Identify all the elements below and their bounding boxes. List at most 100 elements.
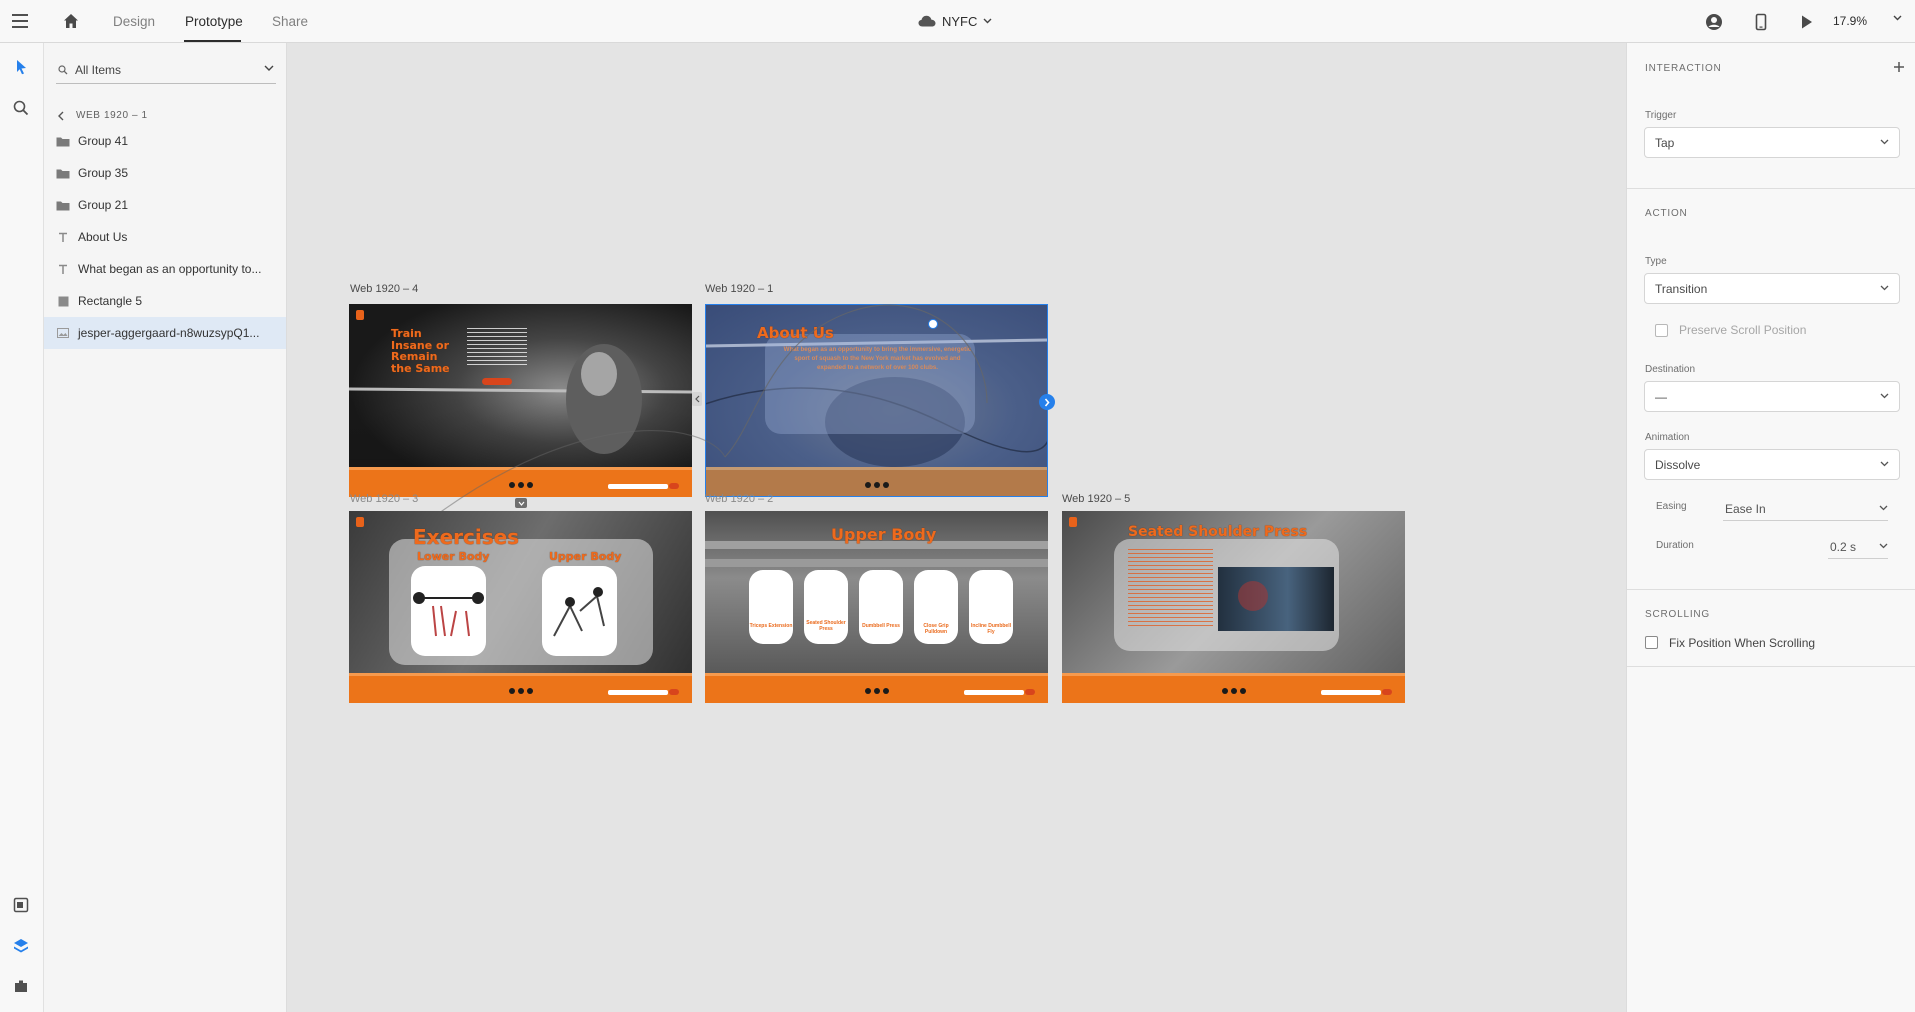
zoom-chevron-down-icon[interactable] [1893,15,1902,21]
canvas[interactable]: Web 1920 – 4 Train Insane or Remain the … [287,43,1626,1012]
text-icon [56,262,70,276]
layer-item-group-41[interactable]: Group 41 [44,127,286,155]
preserve-scroll-label: Preserve Scroll Position [1679,323,1807,337]
layer-item-image[interactable]: jesper-aggergaard-n8wuzsypQ1... [44,317,286,349]
exercise-card [859,570,903,644]
breadcrumb-label: WEB 1920 – 1 [76,110,148,121]
search-icon[interactable] [11,98,31,118]
chevron-down-icon [518,501,524,506]
layer-label: Group 41 [78,134,129,148]
zoom-level[interactable]: 17.9% [1833,14,1867,28]
type-dropdown[interactable]: Transition [1644,273,1900,304]
image-icon [56,326,70,340]
exercise-caption: Seated Shoulder Press [806,620,846,632]
destination-label: Destination [1645,364,1696,375]
add-interaction-icon[interactable] [1893,61,1905,73]
interaction-panel: INTERACTION Trigger Tap ACTION Type Tran… [1626,43,1915,1012]
duration-dropdown[interactable]: 0.2 s [1828,537,1888,559]
chevron-left-icon[interactable] [58,111,64,121]
chevron-down-icon [1880,461,1889,467]
destination-dropdown[interactable]: — [1644,381,1900,412]
type-label: Type [1645,256,1667,267]
destination-value: — [1655,390,1667,404]
layer-label: jesper-aggergaard-n8wuzsypQ1... [78,326,260,340]
instructions-text [1128,549,1213,629]
animation-dropdown[interactable]: Dissolve [1644,449,1900,480]
footer-button [1025,689,1035,695]
text-icon [56,230,70,244]
divider [1627,589,1915,590]
layers-icon[interactable] [11,936,31,956]
tab-prototype[interactable]: Prototype [185,14,243,29]
footer-input [608,690,668,695]
preserve-scroll-checkbox[interactable] [1655,324,1668,337]
layer-item-group-21[interactable]: Group 21 [44,191,286,219]
wire-connect-handle[interactable] [1039,394,1055,410]
social-icons [865,688,889,694]
document-title[interactable]: NYFC [918,11,992,31]
folder-icon [56,198,70,212]
layer-filter-dropdown[interactable]: All Items [56,57,276,84]
duration-value: 0.2 s [1830,540,1857,554]
assets-icon[interactable] [11,895,31,915]
home-icon[interactable] [62,12,80,30]
chevron-down-icon [1880,285,1889,291]
cloud-icon [918,15,936,27]
interaction-title: INTERACTION [1645,63,1722,74]
breadcrumb[interactable]: WEB 1920 – 1 [58,110,148,121]
easing-value: Ease In [1725,502,1766,516]
plugins-icon[interactable] [11,976,31,996]
social-icons [1222,688,1246,694]
user-account-icon[interactable] [1704,12,1724,32]
layer-label: Group 21 [78,198,129,212]
exercise-caption: Triceps Extension [749,623,793,629]
scrolling-title: SCROLLING [1645,609,1710,620]
upper-body-heading: Upper Body [831,525,937,544]
menu-icon[interactable] [12,14,28,28]
dumbbell-illustration [553,587,605,637]
artboard-label[interactable]: Web 1920 – 5 [1062,493,1130,505]
chevron-down-icon [1880,139,1889,145]
footer-button [669,689,679,695]
tab-design[interactable]: Design [113,14,155,29]
artboard-label[interactable]: Web 1920 – 3 [350,493,418,505]
layer-item-rectangle-5[interactable]: Rectangle 5 [44,287,286,315]
play-icon[interactable] [1796,12,1816,32]
folder-icon [56,134,70,148]
footer-input [964,690,1024,695]
lower-body-card [411,566,486,656]
layer-item-group-35[interactable]: Group 35 [44,159,286,187]
left-toolbar [0,43,44,1012]
chevron-down-icon [983,18,992,24]
trigger-dropdown[interactable]: Tap [1644,127,1900,158]
exercise-card [749,570,793,644]
trigger-value: Tap [1655,136,1675,150]
layer-item-body-text[interactable]: What began as an opportunity to... [44,255,286,283]
artboard-web-1920-5[interactable]: Seated Shoulder Press [1062,511,1405,703]
chevron-left-icon [694,395,699,403]
type-value: Transition [1655,282,1708,296]
exercise-card [804,570,848,644]
tab-share[interactable]: Share [272,14,308,29]
chevron-right-icon [1044,397,1050,407]
exercise-caption: Incline Dumbbell Fly [970,623,1011,635]
fix-position-checkbox[interactable] [1645,636,1658,649]
wire-left-handle[interactable] [692,392,702,406]
easing-label: Easing [1656,501,1687,512]
active-tab-indicator [184,40,241,42]
lower-body-label: Lower Body [417,550,490,563]
easing-dropdown[interactable]: Ease In [1723,499,1888,521]
animation-value: Dissolve [1655,458,1701,472]
chevron-down-icon [1879,543,1888,549]
device-preview-icon[interactable] [1751,12,1771,32]
artboard-web-1920-3[interactable]: Exercises Lower Body Upper Body [349,511,692,703]
video-thumbnail [1218,567,1334,631]
artboard-web-1920-2[interactable]: Upper Body Triceps Extension Seated Shou… [705,511,1048,703]
filter-label: All Items [75,63,122,77]
divider [1627,188,1915,189]
artboard-label[interactable]: Web 1920 – 2 [705,493,773,505]
layer-item-about-us[interactable]: About Us [44,223,286,251]
seated-shoulder-press-heading: Seated Shoulder Press [1128,524,1308,540]
select-tool-icon[interactable] [11,57,31,77]
wire-down-handle[interactable] [515,498,527,508]
